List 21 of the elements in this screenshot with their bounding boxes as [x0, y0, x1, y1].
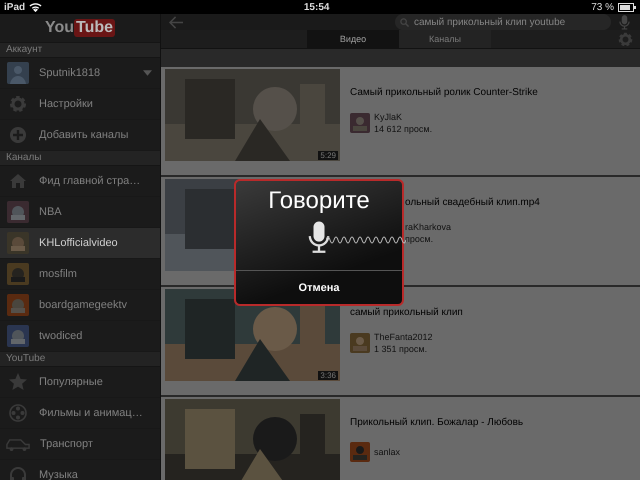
- section-header: Аккаунт: [6, 44, 42, 55]
- section-header: YouTube: [6, 353, 46, 364]
- channel-name: sanlax: [374, 447, 400, 457]
- view-count: 14 612 просм.: [374, 124, 432, 134]
- video-title: ольный свадебный клип.mp4: [405, 197, 540, 208]
- logo: YouTube: [44, 19, 116, 37]
- battery-percent: 73 %: [591, 2, 614, 12]
- video-duration: 3:36: [318, 371, 338, 380]
- video-title: Самый прикольный ролик Counter-Strike: [350, 87, 538, 98]
- channel-name: raKharkova: [405, 222, 452, 232]
- video-title: самый прикольный клип: [350, 307, 463, 318]
- view-count: просм.: [405, 234, 434, 244]
- video-title: Прикольный клип. Божалар - Любовь: [350, 417, 524, 428]
- device-name: iPad: [4, 2, 26, 12]
- view-count: 1 351 просм.: [374, 344, 428, 354]
- clock: 15:54: [302, 2, 330, 12]
- section-header: Каналы: [6, 152, 42, 163]
- channel-name: KyJlaK: [374, 112, 404, 122]
- dialog-title: Говорите: [268, 187, 370, 215]
- channel-name: TheFanta2012: [374, 332, 433, 342]
- video-duration: 5:29: [318, 151, 338, 160]
